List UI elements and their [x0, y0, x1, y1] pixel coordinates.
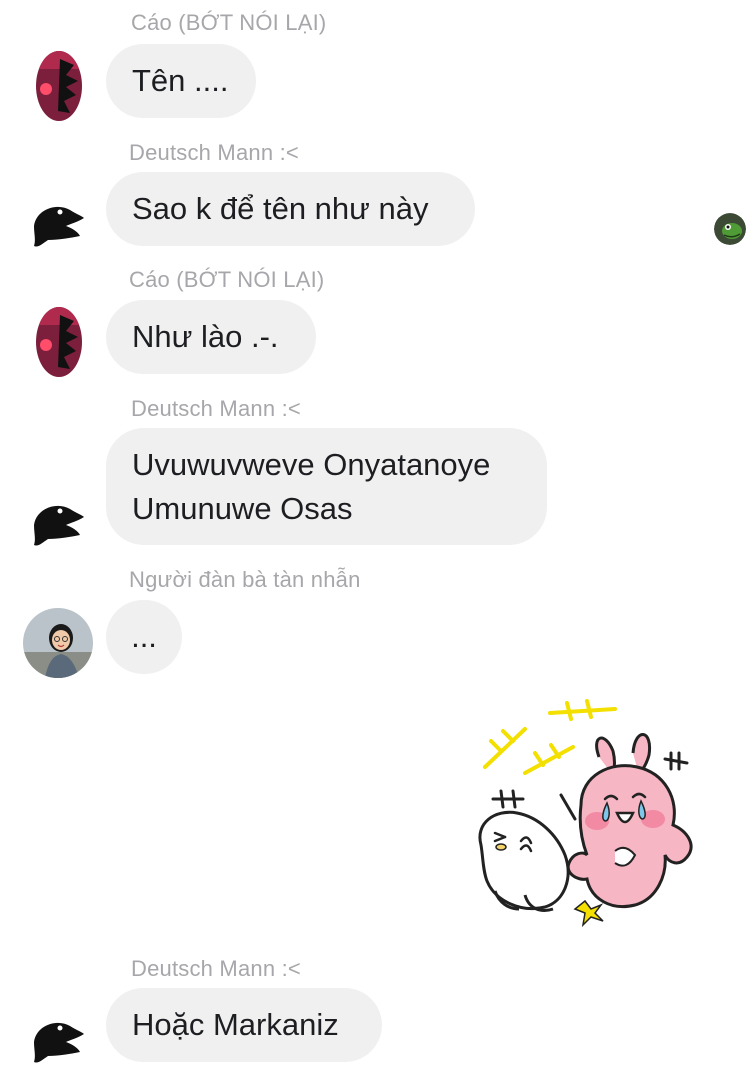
message-text: Hoặc Markaniz [132, 1007, 339, 1042]
sender-name: Người đàn bà tàn nhẫn [129, 567, 361, 592]
sender-name: Deutsch Mann :< [131, 956, 301, 981]
dinosaur-read-receipt-avatar [714, 213, 746, 245]
crying-rabbit-sticker[interactable] [465, 695, 720, 930]
sender-name: Cáo (BỚT NÓI LẠI) [131, 10, 327, 35]
message-bubble[interactable]: Sao k để tên như này [106, 172, 475, 246]
message-bubble[interactable]: Tên .... [106, 44, 256, 118]
message-text: Tên .... [132, 63, 229, 98]
message-bubble[interactable]: ... [106, 600, 182, 674]
fox-avatar[interactable] [36, 307, 82, 377]
message-text-line: Uvuwuvweve Onyatanoye [132, 447, 491, 482]
message-text: Sao k để tên như này [132, 191, 429, 226]
message-text: Như lào .-. [132, 319, 279, 354]
girl-photo-avatar[interactable] [23, 608, 93, 678]
sender-name: Cáo (BỚT NÓI LẠI) [129, 267, 325, 292]
message-bubble[interactable]: Hoặc Markaniz [106, 988, 382, 1062]
black-bird-avatar[interactable] [30, 196, 86, 252]
message-bubble[interactable]: Như lào .-. [106, 300, 316, 374]
sender-name: Deutsch Mann :< [129, 140, 299, 165]
message-bubble[interactable]: Uvuwuvweve Onyatanoye Umunuwe Osas [106, 428, 547, 545]
black-bird-avatar[interactable] [30, 495, 86, 551]
message-text-line: Umunuwe Osas [132, 491, 353, 526]
message-text: ... [131, 619, 157, 654]
fox-avatar[interactable] [36, 51, 82, 121]
black-bird-avatar[interactable] [30, 1012, 86, 1068]
sender-name: Deutsch Mann :< [131, 396, 301, 421]
